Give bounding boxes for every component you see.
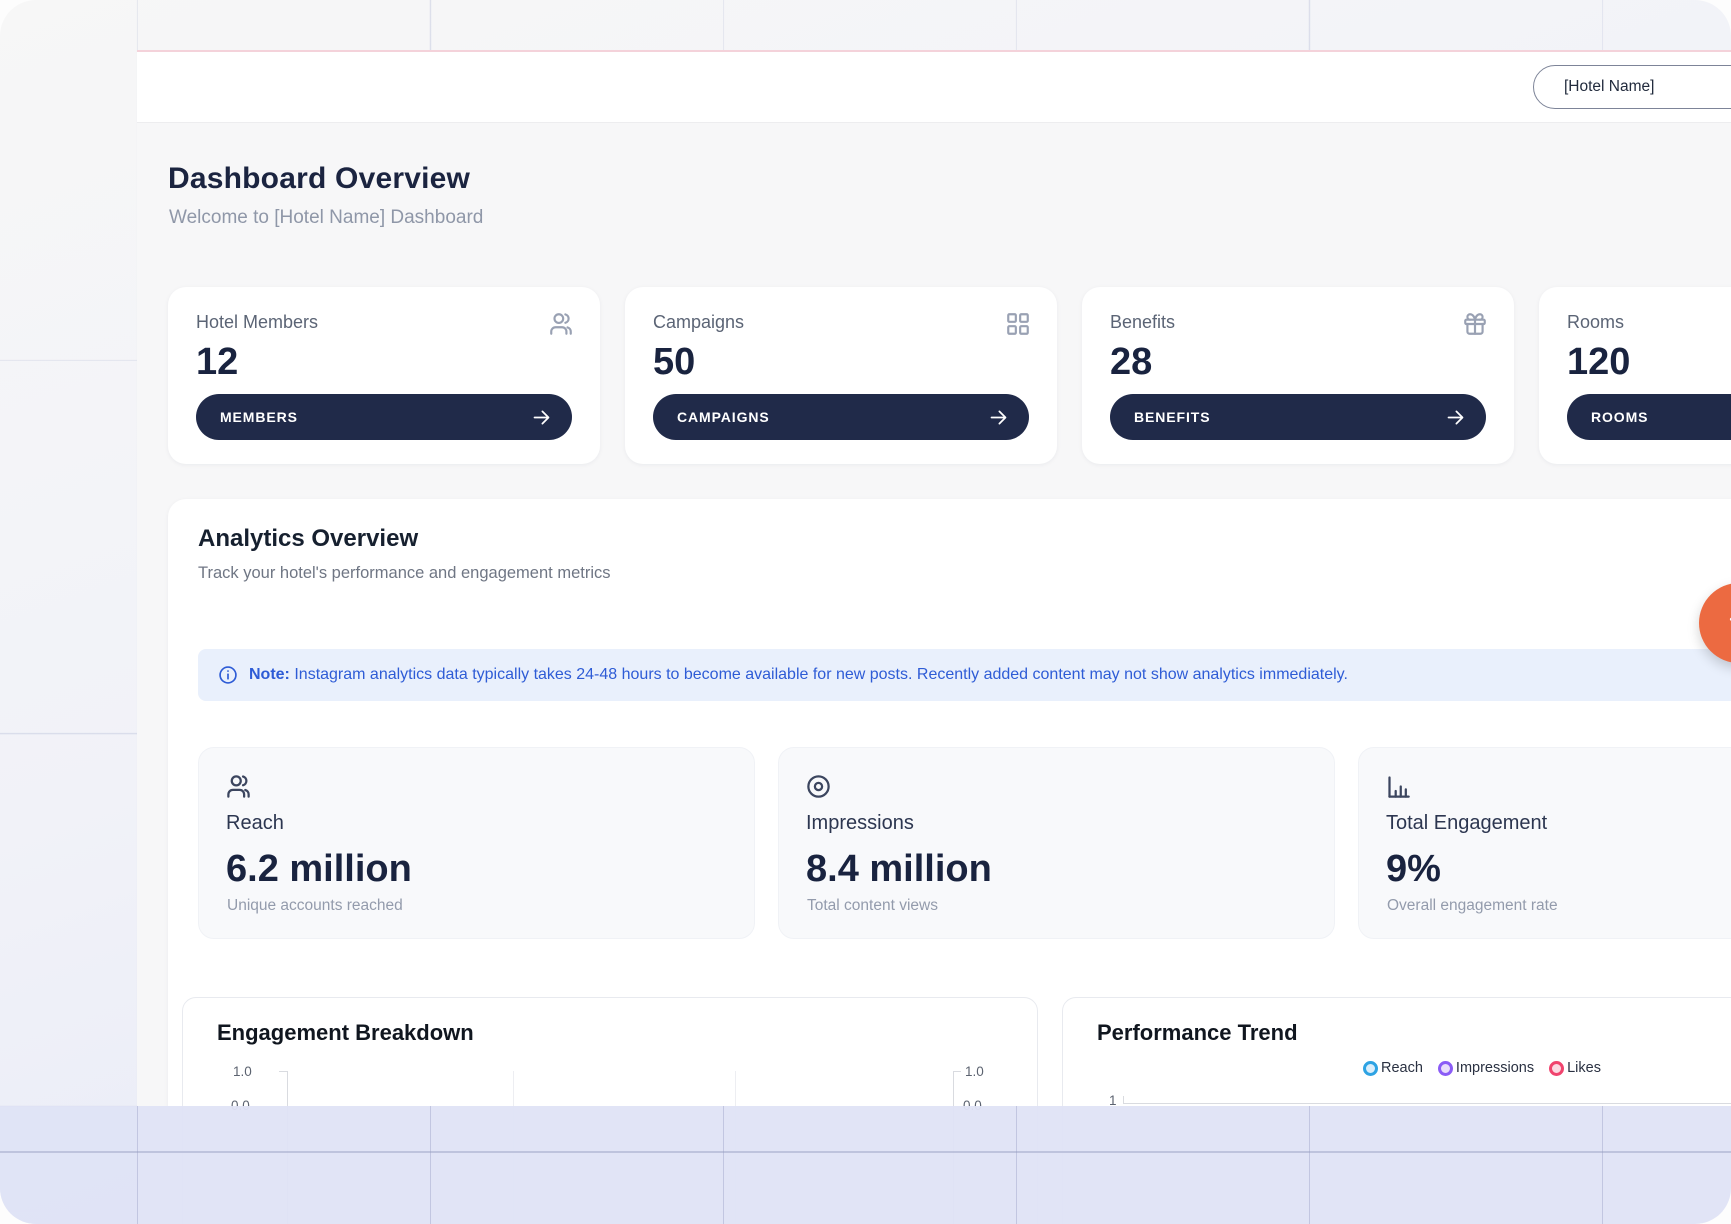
- legend-label: Reach: [1381, 1060, 1423, 1076]
- bar-chart-icon: [1385, 773, 1412, 800]
- legend-item-likes: Likes: [1549, 1060, 1601, 1076]
- legend-label: Likes: [1567, 1060, 1601, 1076]
- metric-value: 8.4 million: [806, 848, 992, 891]
- metric-card-row: Reach 6.2 million Unique accounts reache…: [198, 747, 1731, 939]
- likes-legend-marker: [1549, 1061, 1564, 1076]
- members-button-label: MEMBERS: [220, 409, 298, 425]
- metric-description: Overall engagement rate: [1387, 897, 1558, 915]
- metric-value: 9%: [1386, 848, 1441, 891]
- chart-title: Engagement Breakdown: [217, 1020, 474, 1046]
- impressions-legend-marker: [1438, 1061, 1453, 1076]
- chevron-down-icon: [1724, 608, 1731, 638]
- stat-card-rooms: Rooms 120 ROOMS: [1539, 287, 1731, 464]
- stat-label: Benefits: [1110, 312, 1175, 333]
- users-icon: [225, 773, 252, 800]
- x-axis-line: [1123, 1103, 1731, 1104]
- metric-label: Reach: [226, 812, 284, 835]
- analytics-subtitle: Track your hotel's performance and engag…: [198, 564, 610, 583]
- metric-label: Total Engagement: [1386, 812, 1547, 835]
- app-window: [Hotel Name] Dashboard Overview Welcome …: [137, 50, 1731, 1224]
- y-axis-tick: 1.0: [965, 1064, 984, 1079]
- background-canvas: [Hotel Name] Dashboard Overview Welcome …: [0, 0, 1731, 1224]
- metric-description: Total content views: [807, 897, 938, 915]
- stat-card-campaigns: Campaigns 50 CAMPAIGNS: [625, 287, 1057, 464]
- hotel-name-button[interactable]: [Hotel Name]: [1533, 65, 1731, 109]
- grid-overlay: [0, 1106, 1731, 1224]
- grid-icon: [1005, 311, 1031, 337]
- members-button[interactable]: MEMBERS: [196, 394, 572, 440]
- campaigns-button[interactable]: CAMPAIGNS: [653, 394, 1029, 440]
- arrow-right-icon: [531, 407, 552, 428]
- grid-overlay-rule: [0, 1151, 1731, 1153]
- analytics-title: Analytics Overview: [198, 525, 418, 553]
- rooms-button[interactable]: ROOMS: [1567, 394, 1731, 440]
- campaigns-button-label: CAMPAIGNS: [677, 409, 770, 425]
- chart-title: Performance Trend: [1097, 1020, 1298, 1046]
- stat-value: 120: [1567, 341, 1630, 384]
- note-label: Note:: [249, 666, 290, 683]
- benefits-button[interactable]: BENEFITS: [1110, 394, 1486, 440]
- note-banner: Note: Instagram analytics data typically…: [198, 649, 1731, 701]
- page-title: Dashboard Overview: [168, 162, 470, 196]
- metric-card-total-engagement: Total Engagement 9% Overall engagement r…: [1358, 747, 1731, 939]
- legend-item-reach: Reach: [1363, 1060, 1423, 1076]
- rooms-button-label: ROOMS: [1591, 409, 1648, 425]
- info-icon: [218, 665, 238, 685]
- benefits-button-label: BENEFITS: [1134, 409, 1210, 425]
- note-text: Instagram analytics data typically takes…: [294, 666, 1348, 683]
- eye-icon: [805, 773, 832, 800]
- stat-value: 28: [1110, 341, 1152, 384]
- stat-card-benefits: Benefits 28 BENEFITS: [1082, 287, 1514, 464]
- legend-item-impressions: Impressions: [1438, 1060, 1534, 1076]
- gift-icon: [1462, 311, 1488, 337]
- axis-tick-mark: [279, 1071, 287, 1072]
- y-axis-tick: 1.0: [233, 1064, 252, 1079]
- users-icon: [548, 311, 574, 337]
- arrow-right-icon: [1445, 407, 1466, 428]
- topbar: [Hotel Name]: [137, 52, 1731, 123]
- stat-label: Hotel Members: [196, 312, 318, 333]
- metric-label: Impressions: [806, 812, 914, 835]
- metric-value: 6.2 million: [226, 848, 412, 891]
- arrow-right-icon: [988, 407, 1009, 428]
- axis-tick-mark: [953, 1071, 961, 1072]
- legend-label: Impressions: [1456, 1060, 1534, 1076]
- metric-card-reach: Reach 6.2 million Unique accounts reache…: [198, 747, 755, 939]
- stat-value: 50: [653, 341, 695, 384]
- axis-tick-mark: [1123, 1096, 1124, 1103]
- stat-card-hotel-members: Hotel Members 12 MEMBERS: [168, 287, 600, 464]
- stat-value: 12: [196, 341, 238, 384]
- stat-label: Rooms: [1567, 312, 1624, 333]
- metric-description: Unique accounts reached: [227, 897, 403, 915]
- page-subtitle: Welcome to [Hotel Name] Dashboard: [169, 207, 483, 229]
- stat-card-row: Hotel Members 12 MEMBERS: [168, 287, 1731, 464]
- chart-legend: Reach Impressions Likes: [1363, 1060, 1601, 1076]
- reach-legend-marker: [1363, 1061, 1378, 1076]
- metric-card-impressions: Impressions 8.4 million Total content vi…: [778, 747, 1335, 939]
- stat-label: Campaigns: [653, 312, 744, 333]
